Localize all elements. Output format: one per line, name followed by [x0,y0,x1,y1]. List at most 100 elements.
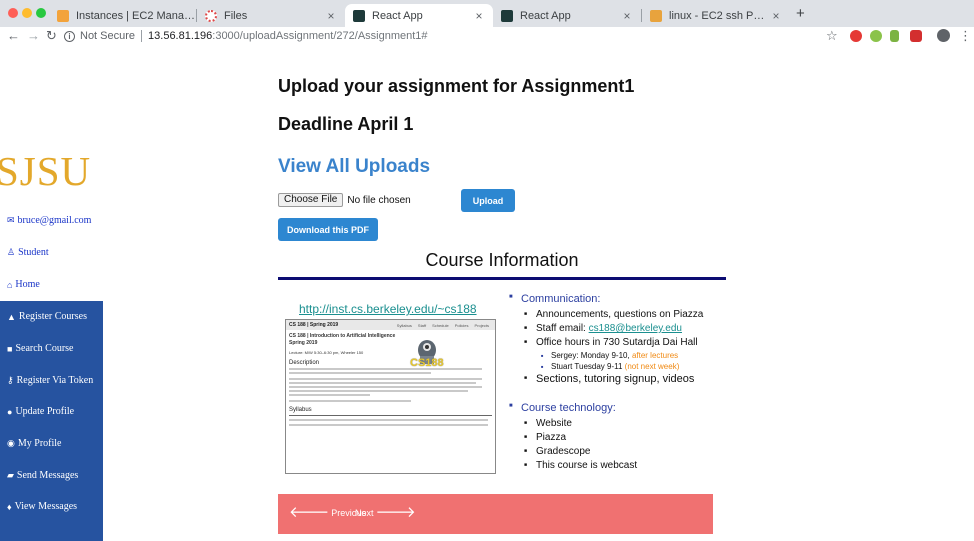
screenshot-header-title: CS 188 | Spring 2019 [289,322,339,328]
tab-title: React App [520,9,571,22]
screenshot-body: CS 188 | Introduction to Artificial Inte… [286,330,495,431]
address-bar[interactable]: i Not Secure 13.56.81.196 :3000/uploadAs… [64,27,844,45]
sidebar-home-link[interactable]: ⌂ Home [7,279,40,290]
new-tab-button[interactable]: + [796,5,805,22]
text-line [289,382,476,384]
bullet-website: Website [509,418,726,429]
back-arrow-icon[interactable]: ← [7,28,20,44]
text-line [289,386,482,388]
bullet-sergey: Sergey: Monday 9-10, after lectures [509,351,726,360]
file-status: No file chosen [347,194,411,206]
sidebar-item-register-via-token[interactable]: ⚷ Register Via Token [7,375,93,386]
download-pdf-button[interactable]: Download this PDF [278,218,378,241]
sergey-note: after lectures [631,351,679,360]
sidebar-item-label: Register Courses [18,311,87,322]
security-status: Not Secure [80,30,136,42]
text-line [289,372,432,374]
table-line [289,419,488,421]
react-favicon-icon [353,9,365,22]
bullet-office-hours: Office hours in 730 Sutardja Dai Hall [509,337,726,348]
communication-heading: Communication: [509,293,726,305]
sidebar-email-link[interactable]: ✉ bruce@gmail.com [7,215,91,226]
bullet-webcast: This course is webcast [509,460,726,471]
forward-arrow-icon[interactable]: → [27,28,40,44]
screenshot-term: Spring 2019 [289,340,318,346]
stackoverflow-favicon-icon [650,9,662,22]
sidebar-item-register-courses[interactable]: ▲ Register Courses [7,311,87,322]
omnibox-divider [141,30,143,42]
stuart-hours: Stuart Tuesday 9-11 [551,362,625,371]
sidebar-item-label: Update Profile [15,406,75,417]
graduation-cap-icon: ▲ [7,311,16,322]
cs188-logo-text: CS188 [410,357,444,369]
sidebar-item-my-profile[interactable]: ◉ My Profile [7,438,61,449]
window-zoom-icon[interactable] [36,8,46,18]
tab-react-app-active[interactable]: React App × [345,4,493,27]
sidebar-item-search-course[interactable]: ■ Search Course [7,343,73,354]
bell-icon: ♦ [7,501,12,512]
tab-title: Instances | EC2 Management C [76,9,197,22]
course-url-link[interactable]: http://inst.cs.berkeley.edu/~cs188 [299,302,477,316]
sidebar-menu: ▲ Register Courses ■ Search Course ⚷ Reg… [0,301,103,541]
grammarly-extension-icon[interactable] [870,30,882,42]
sidebar-item-label: Register Via Token [16,375,94,386]
screenshot-course-title: CS 188 | Introduction to Artificial Inte… [289,333,396,339]
pdf-pager: 🡐 Previous Next 🡒 [278,494,713,534]
tab-react-app[interactable]: React App × [493,4,641,27]
book-icon: ■ [7,343,13,354]
pdf-extension-icon[interactable] [910,30,922,42]
page-content: SJSU ✉ bruce@gmail.com ♙ Student ⌂ Home … [0,47,974,541]
staff-email-link[interactable]: cs188@berkeley.edu [589,323,682,334]
user-circle-icon: ◉ [7,438,15,448]
tab-stackoverflow[interactable]: linux - EC2 ssh Permission den × [642,4,790,27]
bookmark-star-icon[interactable]: ☆ [826,28,838,44]
screenshot-tab: Staff [417,322,427,328]
bullet-gradescope: Gradescope [509,446,726,457]
opera-extension-icon[interactable] [850,30,862,42]
view-all-uploads-link[interactable]: View All Uploads [278,156,430,178]
files-favicon-icon [205,9,217,22]
screenshot-tab: Projects [474,322,489,328]
bullet-staff-email: Staff email: cs188@berkeley.edu [509,323,726,334]
browser-menu-icon[interactable]: ⋮ [959,28,972,44]
screenshot-tab: Policies [454,322,469,328]
sidebar-item-view-messages[interactable]: ♦ View Messages [7,501,77,512]
text-line [289,400,411,402]
slide-title: Course Information [425,250,579,270]
tab-files[interactable]: Files × [197,4,345,27]
male-user-icon: ♙ [7,247,16,257]
window-minimize-icon[interactable] [22,8,32,18]
arrow-right-icon: 🡒 [375,504,416,521]
tab-close-icon[interactable]: × [471,9,487,23]
browser-toolbar: ← → ↻ i Not Secure 13.56.81.196 :3000/up… [0,27,974,47]
screenshot-syllabus-heading: Syllabus [289,407,312,413]
reload-icon[interactable]: ↻ [46,28,57,44]
sidebar-home: Home [15,279,40,290]
table-rule [289,415,492,416]
leaf-extension-icon[interactable] [890,30,899,42]
sidebar-item-update-profile[interactable]: ● Update Profile [7,406,74,417]
sidebar-item-label: View Messages [14,501,78,512]
deadline-heading: Deadline April 1 [278,114,414,134]
tab-close-icon[interactable]: × [768,9,784,23]
upload-button[interactable]: Upload [461,189,515,212]
file-input[interactable]: Choose File No file chosen [278,193,411,207]
slide-title-rule [278,277,726,280]
tab-close-icon[interactable]: × [619,9,635,23]
sergey-hours: Sergey: Monday 9-10, [551,351,632,360]
choose-file-button[interactable]: Choose File [278,193,344,207]
sidebar-item-send-messages[interactable]: ▰ Send Messages [7,470,78,481]
window-close-icon[interactable] [8,8,18,18]
sidebar-role-link[interactable]: ♙ Student [7,247,49,258]
screenshot-lecture: Lecture: M/W 5:30–6:30 pm, Wheeler 150 [289,350,364,355]
profile-avatar-icon[interactable] [937,29,950,42]
envelope-icon: ✉ [7,215,15,225]
info-icon[interactable]: i [64,30,75,42]
tab-close-icon[interactable]: × [323,9,339,23]
text-line [289,390,468,392]
bullet-sections: Sections, tutoring signup, videos [509,373,726,385]
screenshot-tab: Schedule [432,322,449,328]
next-page-button[interactable]: Next 🡒 [355,504,418,521]
bullet-announcements: Announcements, questions on Piazza [509,309,726,320]
tab-ec2-instances[interactable]: Instances | EC2 Management C [49,4,197,27]
